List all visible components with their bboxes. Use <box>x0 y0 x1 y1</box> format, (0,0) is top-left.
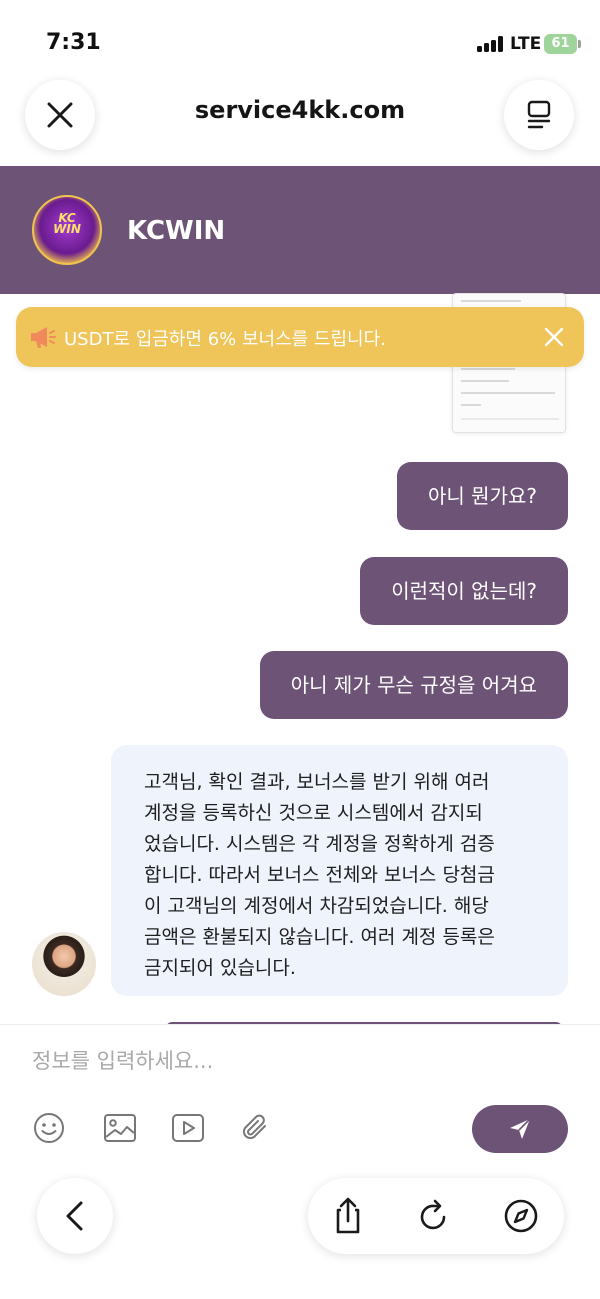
emoji-icon[interactable] <box>32 1111 66 1145</box>
browser-actions <box>308 1178 564 1254</box>
brand-logo: KC WIN <box>32 195 102 265</box>
notice-banner: USDT로 입금하면 6% 보너스를 드립니다. <box>16 307 584 367</box>
notice-text: USDT로 입금하면 6% 보너스를 드립니다. <box>64 329 386 350</box>
close-icon[interactable] <box>542 325 566 349</box>
agent-message-line: 금지되어 있습니다. <box>144 957 296 979</box>
tabs-menu-button[interactable] <box>504 80 574 150</box>
composer <box>0 1024 600 1172</box>
agent-message-line: 계정을 등록하신 것으로 시스템에서 감지되 <box>144 802 483 824</box>
back-icon <box>66 1201 83 1231</box>
compass-icon[interactable] <box>502 1197 540 1235</box>
video-icon[interactable] <box>171 1111 205 1145</box>
agent-message-line: 이 고객님의 계정에서 차감되었습니다. 해당 <box>144 895 489 917</box>
agent-message-line: 금액은 환불되지 않습니다. 여러 계정 등록은 <box>144 926 495 948</box>
image-icon[interactable] <box>103 1111 137 1145</box>
back-button[interactable] <box>37 1178 113 1254</box>
agent-message-line: 합니다. 따라서 보너스 전체와 보너스 당첨금 <box>144 864 495 886</box>
battery-tip <box>578 40 581 48</box>
send-icon <box>510 1118 531 1139</box>
agent-message-line: 고객님, 확인 결과, 보너스를 받기 위해 여러 <box>144 771 490 793</box>
attachment-icon[interactable] <box>238 1111 272 1145</box>
user-message: 아니 뭔가요? <box>397 462 568 530</box>
signal-icon <box>477 36 503 52</box>
battery-level: 61 <box>551 36 570 51</box>
brand-name: KCWIN <box>127 216 226 246</box>
status-bar: 7:31 LTE 61 <box>0 0 600 80</box>
reload-icon[interactable] <box>414 1197 452 1235</box>
status-time: 7:31 <box>46 30 101 55</box>
share-icon[interactable] <box>329 1197 367 1235</box>
megaphone-icon <box>31 327 56 348</box>
user-message: 이런적이 없는데? <box>360 557 568 625</box>
chat-header: KC WIN KCWIN <box>0 166 600 294</box>
agent-avatar <box>32 932 96 996</box>
message-input[interactable] <box>32 1045 568 1077</box>
agent-message: 고객님, 확인 결과, 보너스를 받기 위해 여러 계정을 등록하신 것으로 시… <box>111 745 568 996</box>
logo-text: KC WIN <box>53 211 81 236</box>
battery-icon: 61 <box>544 34 577 54</box>
tabs-menu-icon <box>527 100 551 129</box>
send-button[interactable] <box>472 1105 568 1153</box>
agent-message-line: 었습니다. 시스템은 각 계정을 정확하게 검증 <box>144 833 495 855</box>
network-label: LTE <box>510 34 542 54</box>
user-message: 아니 제가 무슨 규정을 어겨요 <box>259 651 568 719</box>
